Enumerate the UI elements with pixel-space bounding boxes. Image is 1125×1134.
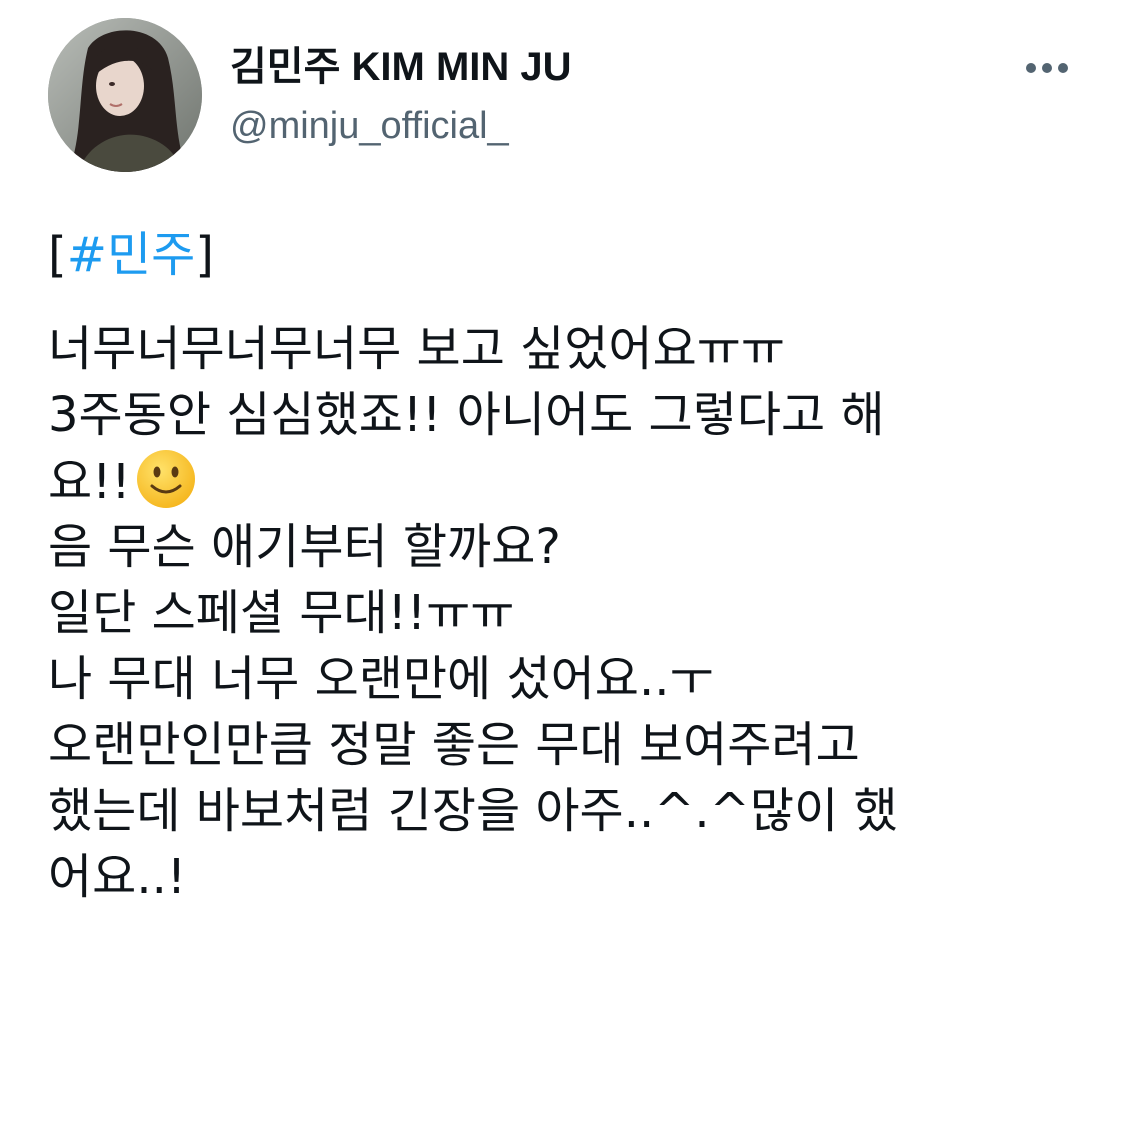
tweet-line: 음 무슨 애기부터 할까요?: [48, 519, 561, 575]
tweet-line: 3주동안 심심했죠!! 아니어도 그렇다고 해: [48, 387, 885, 443]
tweet-line-with-emoji: 요!!: [48, 448, 1088, 514]
hashtag-link[interactable]: #민주: [67, 227, 196, 283]
tweet-line: 오랜만인만큼 정말 좋은 무대 보여주려고: [48, 717, 860, 773]
tweet-line: 했는데 바보처럼 긴장을 아주..^.^많이 했: [48, 783, 898, 839]
bracket-close: ]: [195, 227, 215, 283]
author-display-name[interactable]: 김민주 KIM MIN JU: [230, 42, 572, 92]
tweet-text: [#민주] 너무너무너무너무 보고 싶었어요ㅠㅠ 3주동안 심심했죠!! 아니어…: [48, 222, 1088, 910]
tweet-line: 일단 스페셜 무대!!ㅠㅠ: [48, 585, 515, 641]
tweet-line-text: 요!!: [48, 454, 131, 510]
hashtag-line: [#민주]: [48, 222, 1088, 288]
tweet-header: 김민주 KIM MIN JU @minju_official_: [48, 16, 1078, 176]
tweet-line: 어요..!: [48, 849, 187, 905]
author-handle[interactable]: @minju_official_: [230, 102, 572, 150]
tweet-line: 너무너무너무너무 보고 싶었어요ㅠㅠ: [48, 321, 786, 377]
tweet-line: 나 무대 너무 오랜만에 섰어요..ㅜ: [48, 651, 714, 707]
avatar-image: [48, 18, 202, 172]
slightly-smiling-face-emoji: [135, 448, 197, 510]
bracket-open: [: [48, 227, 67, 283]
avatar[interactable]: [48, 18, 202, 172]
more-horizontal-icon[interactable]: [1024, 56, 1070, 80]
